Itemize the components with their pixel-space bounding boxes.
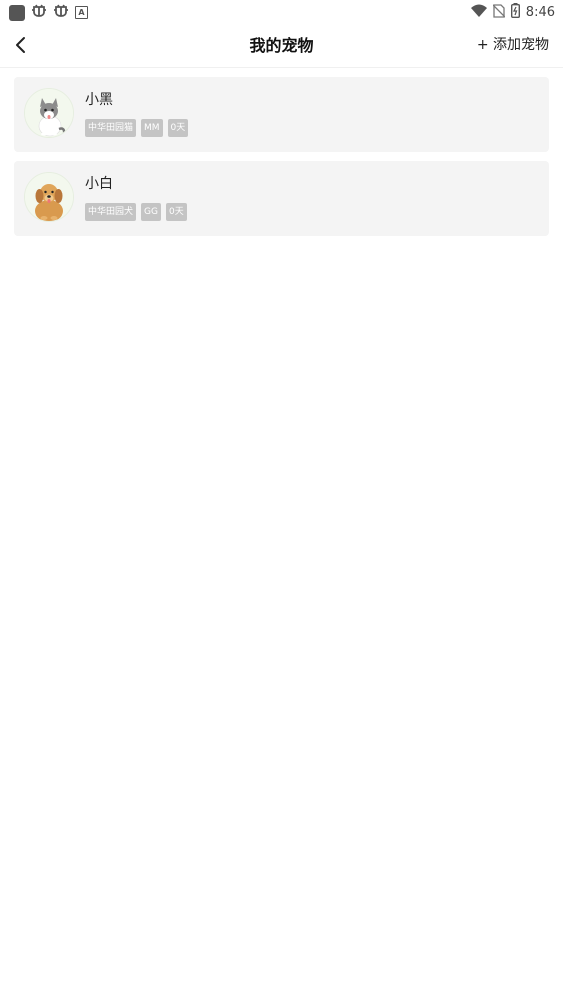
pet-tags: 中华田园犬 GG 0天 (85, 203, 187, 221)
a-badge-icon: A (75, 6, 88, 19)
header-bar: 我的宠物 + 添加宠物 (0, 24, 563, 68)
wifi-icon (470, 3, 487, 22)
pet-tags: 中华田园猫 MM 0天 (85, 119, 189, 137)
app-square-icon (9, 4, 25, 21)
status-left-icons: A (9, 3, 88, 22)
gender-tag: MM (141, 119, 163, 137)
dog-avatar (24, 172, 74, 222)
battery-icon (510, 3, 520, 22)
bug-icon (53, 3, 69, 22)
pet-card[interactable]: 小白 中华田园犬 GG 0天 (14, 161, 549, 236)
pet-name: 小白 (85, 176, 113, 192)
age-tag: 0天 (165, 203, 187, 221)
breed-tag: 中华田园犬 (85, 203, 137, 221)
pet-card[interactable]: 小黑 中华田园猫 MM 0天 (14, 77, 549, 152)
pet-list: 小黑 中华田园猫 MM 0天 小白 中华田园犬 GG 0天 (14, 77, 549, 245)
age-tag: 0天 (167, 119, 189, 137)
cat-avatar (24, 88, 74, 138)
status-right-icons: 8:46 (470, 3, 555, 22)
status-bar: A 8:46 (0, 0, 563, 24)
pet-name: 小黑 (85, 92, 113, 108)
add-pet-button[interactable]: + 添加宠物 (477, 24, 549, 67)
breed-tag: 中华田园猫 (85, 119, 137, 137)
status-time: 8:46 (525, 4, 555, 20)
no-sim-icon (492, 3, 506, 22)
gender-tag: GG (141, 203, 161, 221)
bug-icon (31, 3, 47, 22)
